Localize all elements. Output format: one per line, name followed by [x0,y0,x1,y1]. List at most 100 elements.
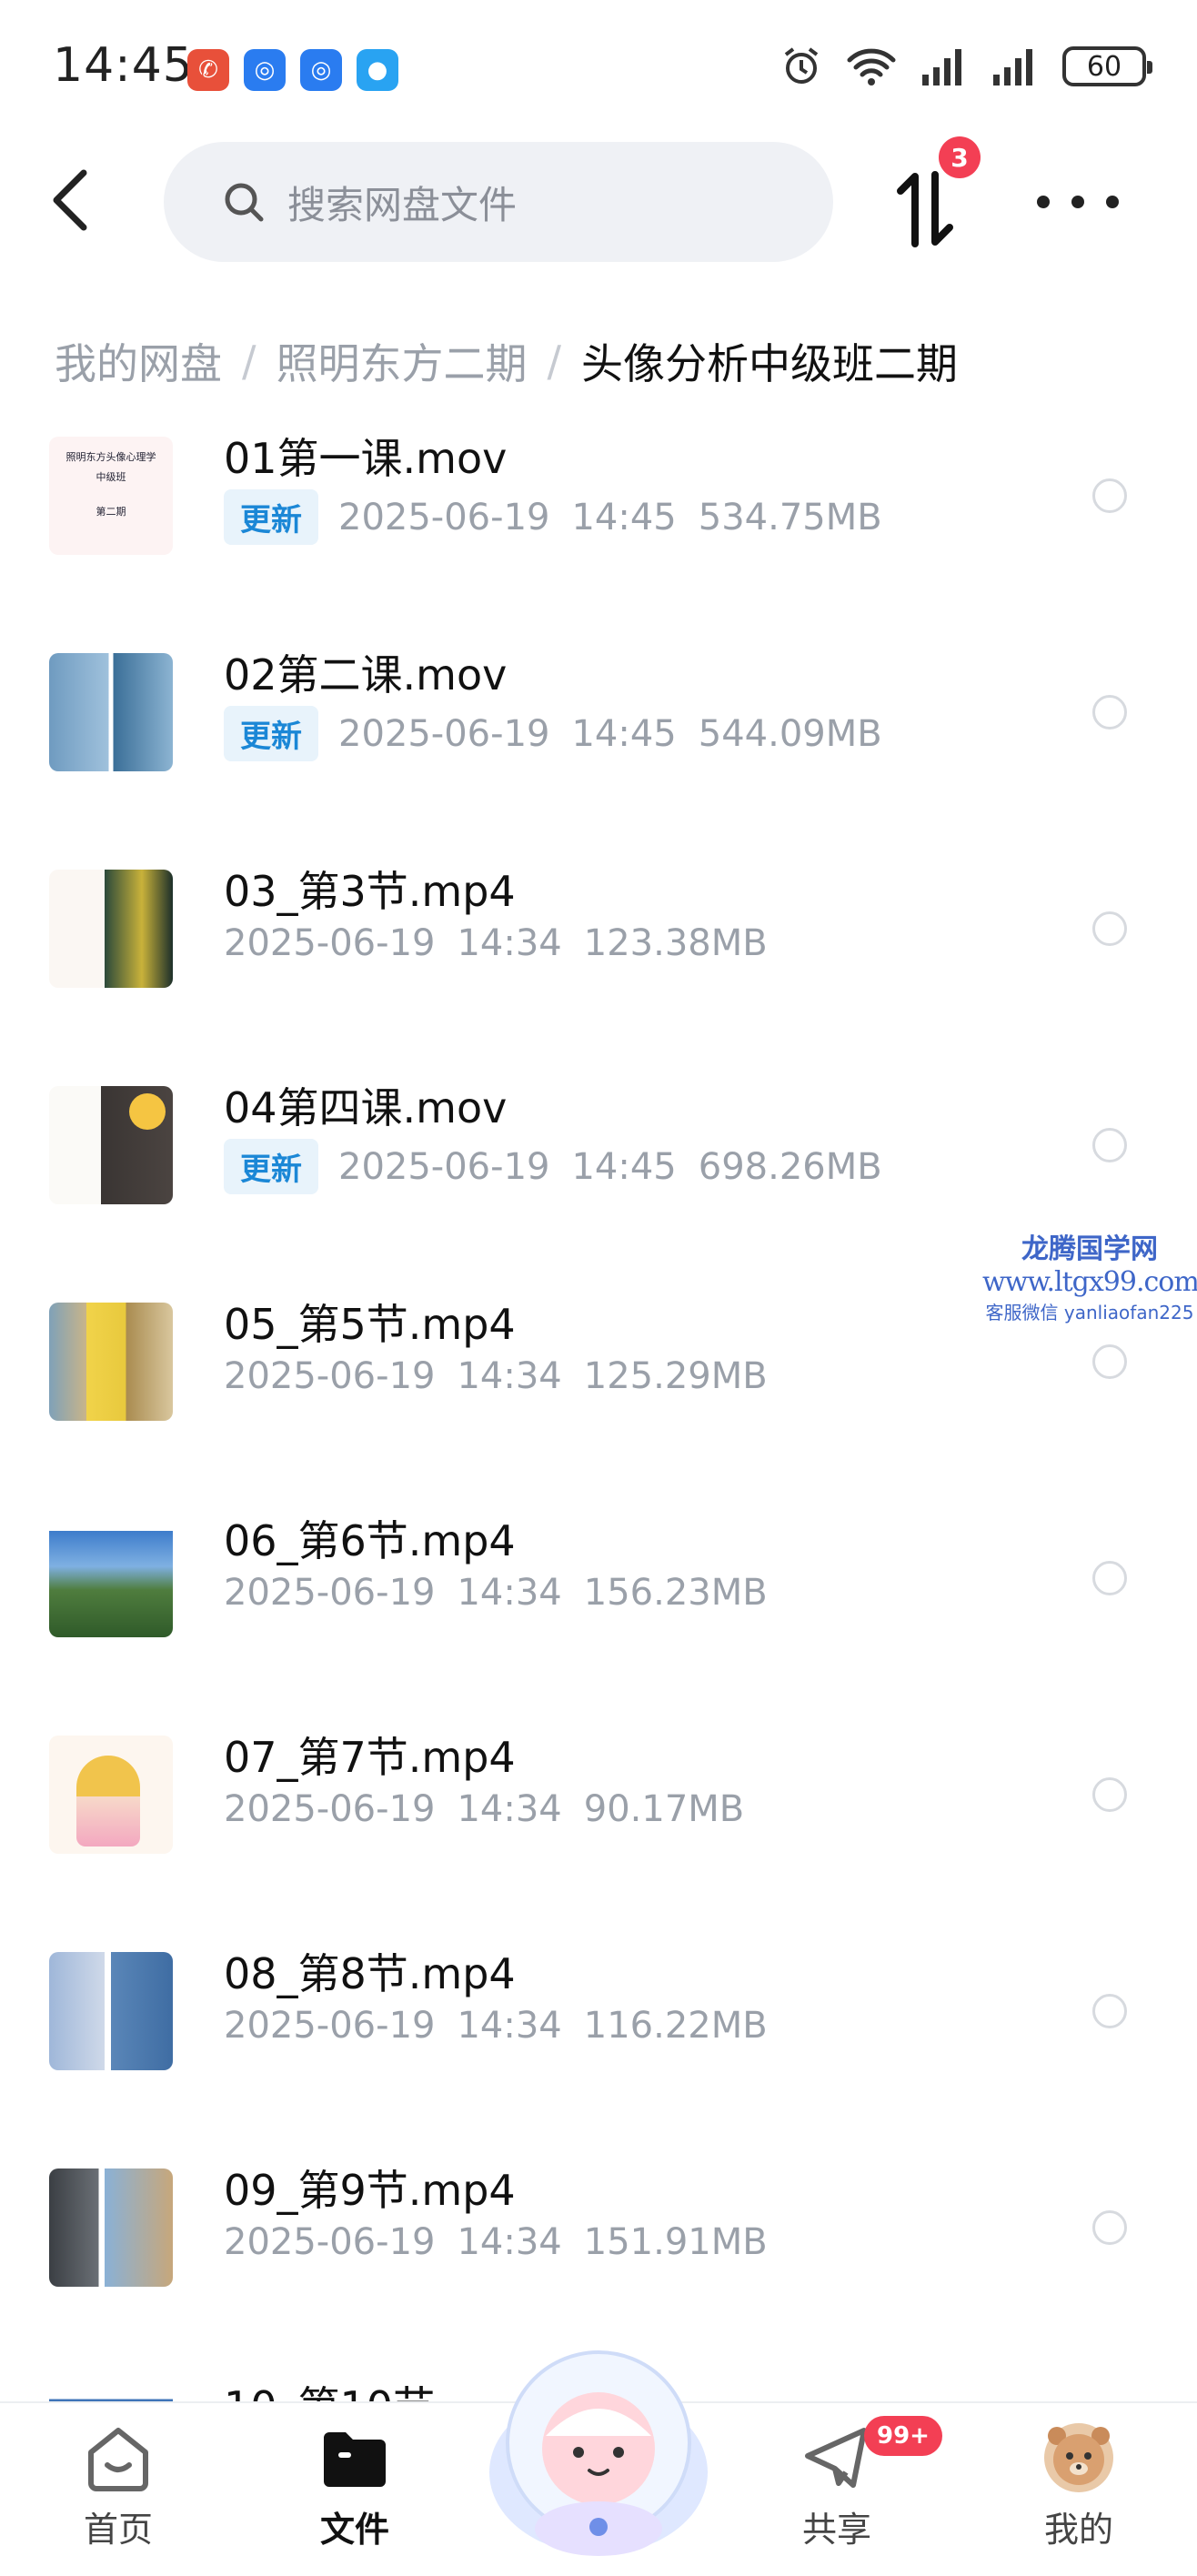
file-time: 14:45 [571,496,677,538]
file-list: 照明东方头像心理学 中级班 第二期 01第一课.mov 更新 2025-06-1… [0,437,1197,2403]
file-meta: 2025-06-19 14:34 116.22MB [224,2005,768,2047]
file-date: 2025-06-19 [338,712,550,755]
select-radio[interactable] [1092,1561,1127,1595]
breadcrumb-current: 头像分析中级班二期 [581,339,958,388]
watermark: 龙腾国学网 www.ltgx99.com 客服微信 yanliaofan225 [982,1226,1197,1324]
select-radio[interactable] [1092,1344,1127,1379]
back-button[interactable] [44,164,98,236]
transfer-button[interactable]: 3 [891,136,981,251]
file-row[interactable]: 04第四课.mov 更新 2025-06-19 14:45 698.26MB [0,1031,1197,1248]
file-time: 14:45 [571,1145,677,1188]
wifi-icon [847,48,896,86]
search-input[interactable]: 搜索网盘文件 [164,142,833,262]
file-name: 03_第3节.mp4 [224,867,516,916]
file-time: 14:34 [457,922,562,964]
chat-notification-icon: ● [357,49,398,91]
breadcrumb-separator: / [547,337,562,386]
file-date: 2025-06-19 [224,1572,436,1614]
file-row[interactable]: 09_第9节.mp4 2025-06-19 14:34 151.91MB [0,2114,1197,2330]
file-size: 156.23MB [583,1572,768,1614]
search-placeholder: 搜索网盘文件 [287,182,518,227]
watermark-title: 龙腾国学网 [1021,1233,1158,1265]
select-radio[interactable] [1092,1128,1127,1162]
update-tag: 更新 [224,489,318,545]
file-name: 06_第6节.mp4 [224,1516,516,1565]
file-name: 05_第5节.mp4 [224,1300,516,1349]
file-date: 2025-06-19 [224,1788,436,1830]
file-size: 544.09MB [698,712,882,755]
file-row[interactable]: 02第二课.mov 更新 2025-06-19 14:45 544.09MB [0,599,1197,815]
file-thumbnail: 照明东方头像心理学 中级班 第二期 [49,437,173,555]
more-menu-button[interactable] [1037,182,1119,222]
update-tag: 更新 [224,1139,318,1194]
file-time: 14:34 [457,2221,562,2263]
file-row[interactable]: 06_第6节.mp4 2025-06-19 14:34 156.23MB [0,1464,1197,1681]
nav-home-label: 首页 [83,2510,153,2550]
watermark-url: www.ltgx99.com [982,1266,1197,1298]
file-thumbnail [49,1303,173,1421]
file-time: 14:34 [457,1355,562,1397]
file-size: 90.17MB [583,1788,745,1830]
watermark-contact: 客服微信 yanliaofan225 [985,1302,1194,1323]
file-thumbnail [49,870,173,988]
file-time: 14:34 [457,1572,562,1614]
file-size: 698.26MB [698,1145,882,1188]
assistant-mascot-button[interactable] [482,2336,715,2563]
nav-share[interactable]: 共享 99+ [764,2416,942,2567]
status-time: 14:45 [53,38,194,93]
nav-files[interactable]: 文件 [282,2421,428,2567]
file-thumbnail [49,1519,173,1637]
file-name: 07_第7节.mp4 [224,1733,516,1782]
thumb-text: 第二期 [96,506,126,518]
file-thumbnail [49,1086,173,1204]
app-notification-icon: ◎ [300,49,342,91]
file-name: 02第二课.mov [224,650,508,699]
file-date: 2025-06-19 [224,2005,436,2047]
mascot-icon [489,2350,708,2556]
file-meta: 2025-06-19 14:34 151.91MB [224,2221,768,2263]
file-name: 04第四课.mov [224,1083,508,1132]
file-row[interactable]: 08_第8节.mp4 2025-06-19 14:34 116.22MB [0,1897,1197,2114]
file-meta: 2025-06-19 14:34 156.23MB [224,1572,768,1614]
file-row[interactable]: 03_第3节.mp4 2025-06-19 14:34 123.38MB [0,815,1197,1031]
breadcrumb-item-my-drive[interactable]: 我的网盘 [55,331,222,391]
select-radio[interactable] [1092,1994,1127,2028]
file-size: 116.22MB [583,2005,768,2047]
emoji-icon [129,1093,166,1130]
file-date: 2025-06-19 [224,922,436,964]
file-name: 01第一课.mov [224,437,508,483]
share-badge: 99+ [864,2416,942,2456]
nav-mine[interactable]: 我的 [1006,2421,1152,2567]
select-radio[interactable] [1092,695,1127,730]
select-radio[interactable] [1092,1777,1127,1812]
file-name: 09_第9节.mp4 [224,2166,516,2215]
app-notification-icon: ◎ [244,49,286,91]
paper-plane-icon [805,2428,867,2488]
select-radio[interactable] [1092,2210,1127,2245]
alarm-icon [784,47,819,84]
file-thumbnail [49,1952,173,2070]
file-size: 151.91MB [583,2221,768,2263]
signal-icon [993,49,1032,86]
file-row[interactable]: 07_第7节.mp4 2025-06-19 14:34 90.17MB [0,1681,1197,1897]
file-size: 125.29MB [583,1355,768,1397]
file-meta: 2025-06-19 14:34 123.38MB [224,922,768,964]
thumb-text: 照明东方头像心理学 [65,451,156,463]
nav-share-label: 共享 [801,2510,871,2550]
breadcrumb-item-folder[interactable]: 照明东方二期 [277,331,528,391]
file-name: 08_第8节.mp4 [224,1949,516,1998]
file-date: 2025-06-19 [338,1145,550,1188]
file-size: 123.38MB [583,922,768,964]
file-thumbnail [49,2168,173,2287]
file-row[interactable]: 照明东方头像心理学 中级班 第二期 01第一课.mov 更新 2025-06-1… [0,437,1197,599]
select-radio[interactable] [1092,478,1127,513]
signal-icon [922,49,961,86]
select-radio[interactable] [1092,911,1127,946]
file-meta: 更新 2025-06-19 14:45 698.26MB [224,1139,882,1194]
illustration [76,1756,140,1846]
file-thumbnail [49,2385,173,2403]
nav-home[interactable]: 首页 [45,2421,191,2567]
file-meta: 2025-06-19 14:34 90.17MB [224,1788,744,1830]
file-name: 10_第10节 [224,2374,435,2403]
search-icon [225,183,264,222]
